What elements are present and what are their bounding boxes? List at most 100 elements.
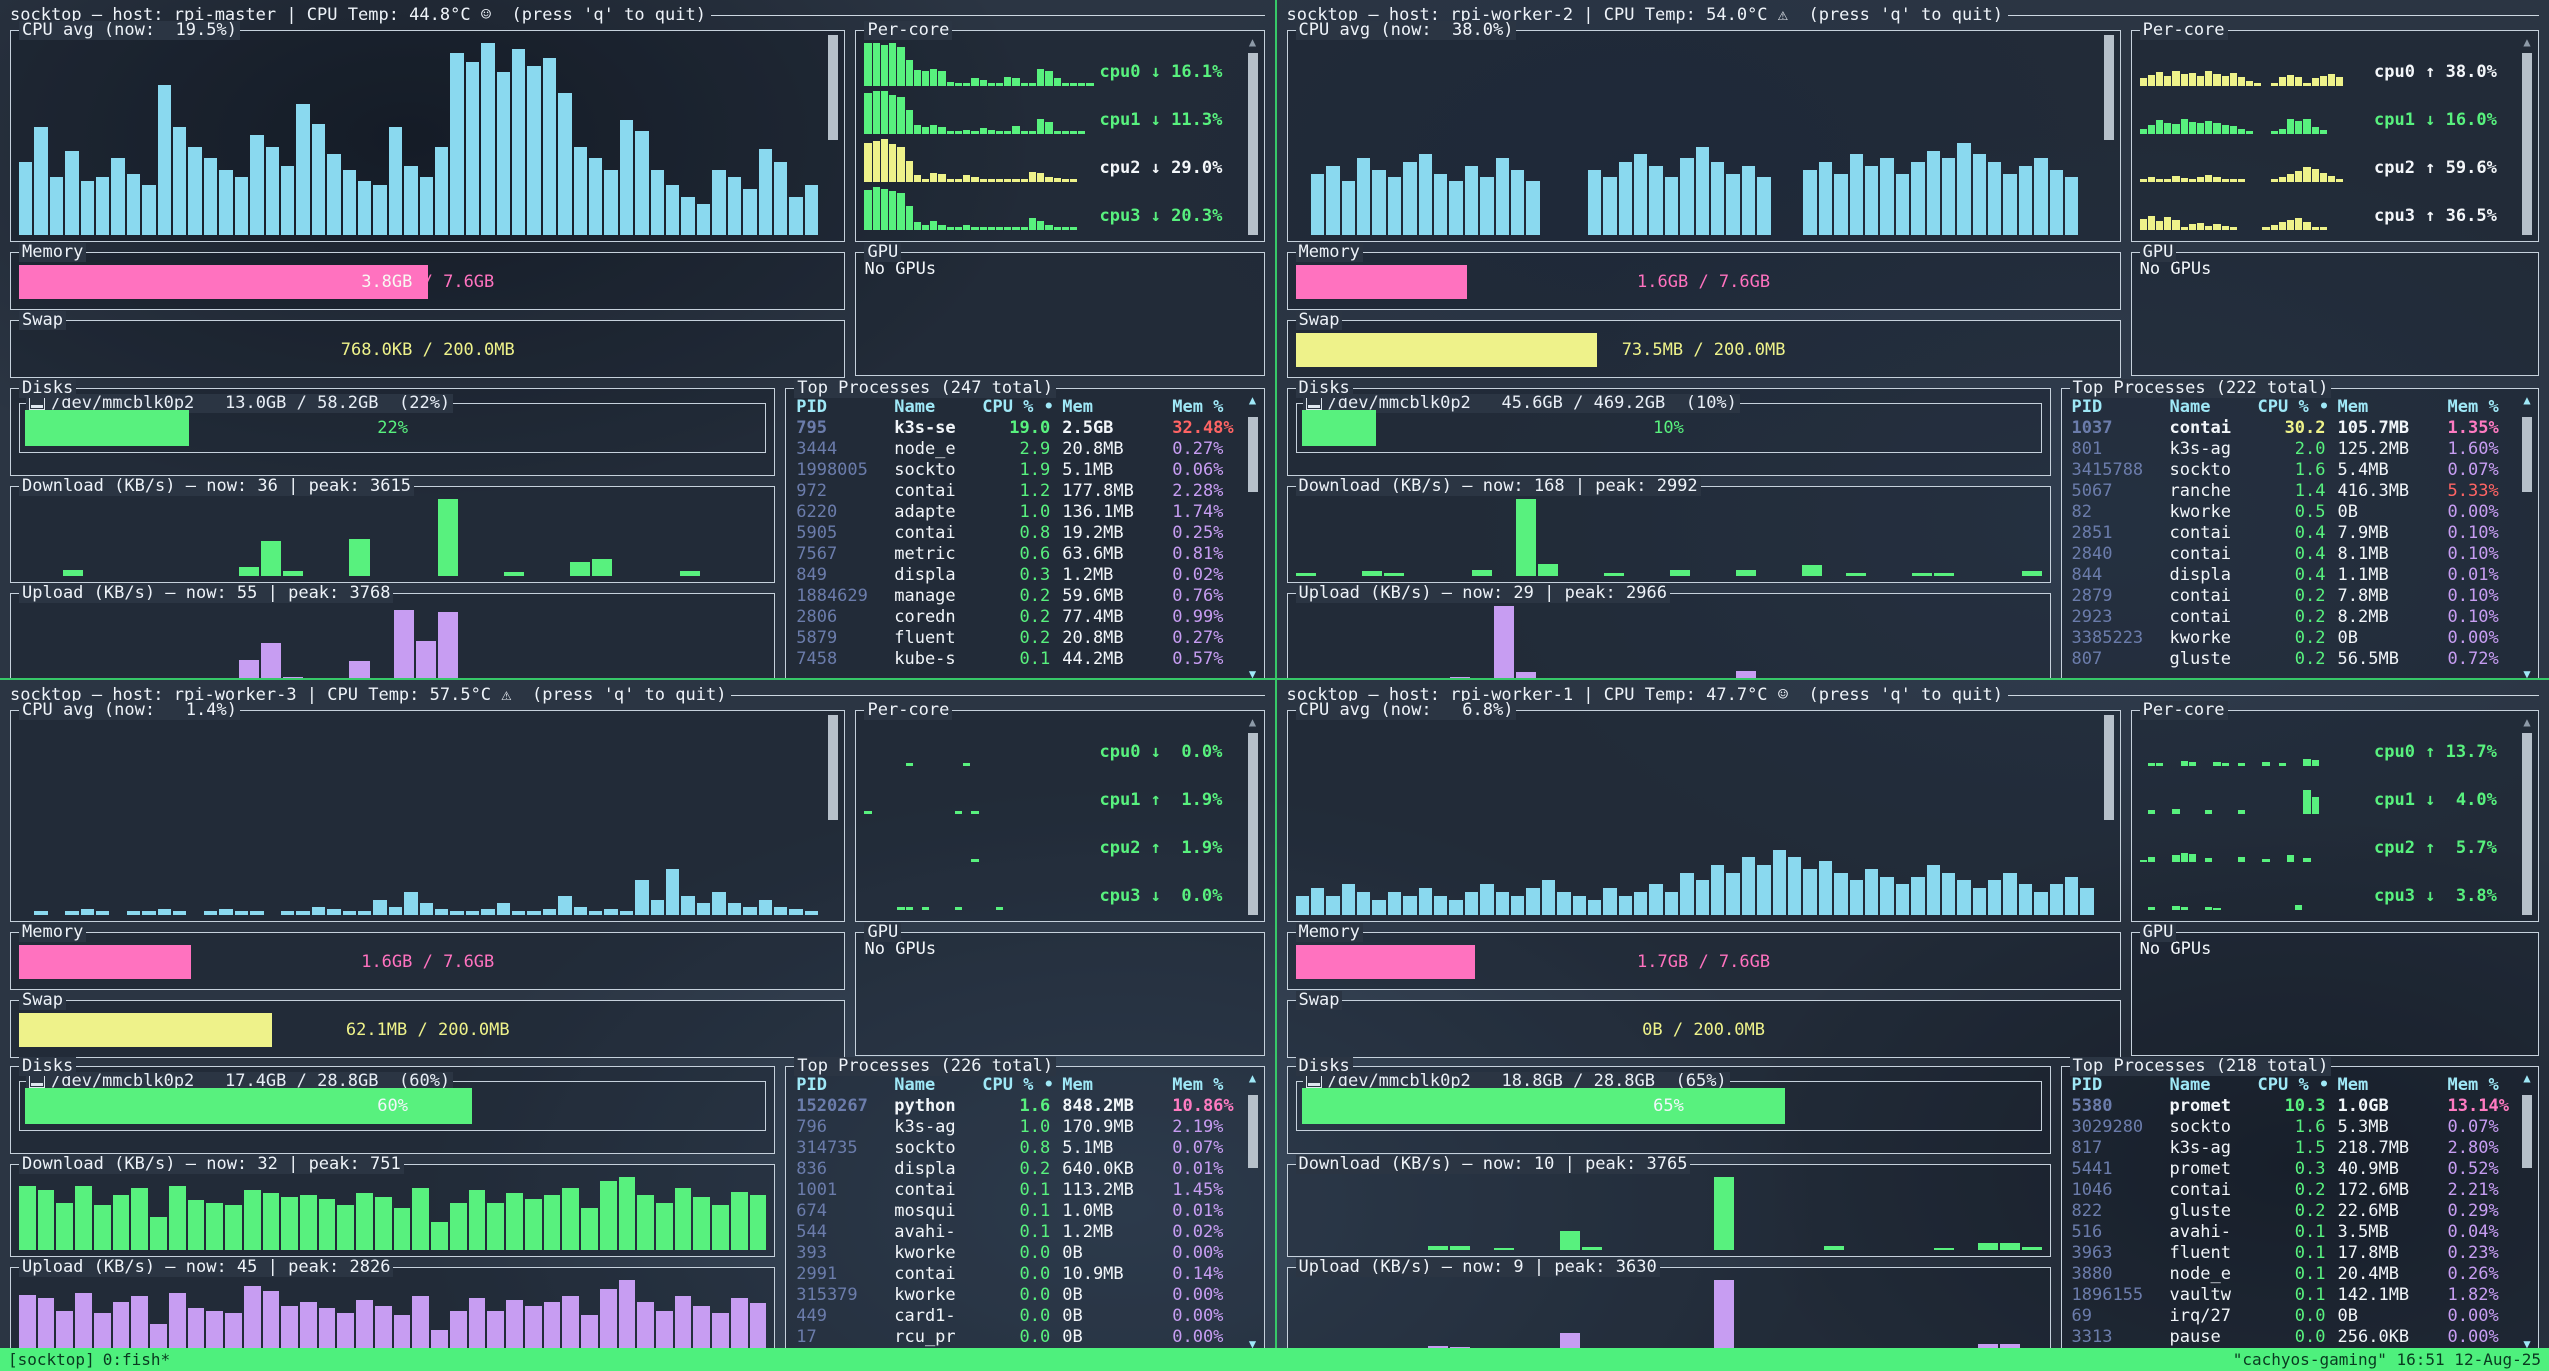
scrollbar-thumb[interactable] <box>1248 1095 1258 1168</box>
process-row: 1037contai30.2105.7MB1.35% <box>2072 418 2512 439</box>
upload-box: Upload (KB/s) — now: 55 | peak: 3768 <box>10 593 775 678</box>
core-row: cpu1 ↓ 4.0% <box>2140 771 2510 817</box>
scrollbar-thumb[interactable] <box>2522 1095 2532 1168</box>
core-label: cpu0 ↑ 13.7% <box>2374 742 2510 762</box>
process-row: 1896155vaultw0.1142.1MB1.82% <box>2072 1285 2512 1306</box>
process-row: 6220adapte1.0136.1MB1.74% <box>796 502 1237 523</box>
core-label: cpu3 ↓ 20.3% <box>1100 206 1236 226</box>
scrollbar-thumb[interactable] <box>2522 53 2532 235</box>
scrollbar-thumb[interactable] <box>1248 417 1258 492</box>
core-row: cpu3 ↓ 3.8% <box>2140 867 2510 913</box>
memory-meter: 3.8GB / 7.6GB <box>19 265 836 299</box>
process-table: PID Name CPU % • Mem Mem % 1520267python… <box>796 1075 1237 1348</box>
pane-rpi-worker-3[interactable]: socktop — host: rpi-worker-3 | CPU Temp:… <box>0 678 1275 1348</box>
swap-usage-text: 0B / 200.0MB <box>1296 1013 2112 1047</box>
cpu-scrollbar[interactable] <box>2102 715 2116 917</box>
core-label: cpu3 ↓ 0.0% <box>1100 886 1236 906</box>
top-processes-box: Top Processes (222 total) PID Name CPU %… <box>2061 388 2539 678</box>
per-core-scrollbar[interactable]: ▲ <box>1246 715 1260 917</box>
swap-label: Swap <box>19 311 66 330</box>
core-row: cpu2 ↓ 29.0% <box>864 139 1235 185</box>
core-sparkline <box>864 139 1093 185</box>
gpu-label: GPU <box>864 923 901 942</box>
cpu-avg-chart <box>1296 723 2094 915</box>
memory-usage-text: 1.6GB / 7.6GB <box>1296 265 2112 299</box>
cpu-scrollbar[interactable] <box>2102 35 2116 237</box>
per-core-label: Per-core <box>2140 21 2228 40</box>
process-scrollbar[interactable]: ▲ ▼ <box>1246 1071 1260 1348</box>
top-processes-label: Top Processes (218 total) <box>2070 1057 2332 1076</box>
scroll-up-icon[interactable]: ▲ <box>2520 35 2534 49</box>
process-row: 2991contai0.010.9MB0.14% <box>796 1264 1237 1285</box>
process-row: 3029280sockto1.65.3MB0.07% <box>2072 1117 2512 1138</box>
per-core-scrollbar[interactable]: ▲ <box>2520 35 2534 237</box>
disk-usage-percent: 10% <box>1297 404 2041 452</box>
gpu-status-text: No GPUs <box>2140 259 2212 279</box>
scrollbar-thumb[interactable] <box>1248 53 1258 235</box>
core-label: cpu0 ↑ 38.0% <box>2374 62 2510 82</box>
scroll-down-icon[interactable]: ▼ <box>1246 1337 1260 1348</box>
cpu-scrollbar[interactable] <box>826 35 840 237</box>
process-row: 5067ranche1.4416.3MB5.33% <box>2072 481 2512 502</box>
process-row: 1884629manage0.259.6MB0.76% <box>796 586 1237 607</box>
cpu-avg-box: CPU avg (now: 1.4%) <box>10 710 845 922</box>
process-row: 1001contai0.1113.2MB1.45% <box>796 1180 1237 1201</box>
swap-usage-text: 73.5MB / 200.0MB <box>1296 333 2112 367</box>
memory-total: / 7.6GB <box>1688 272 1770 292</box>
scrollbar-thumb[interactable] <box>2104 35 2114 140</box>
memory-usage-text: 1.6GB / 7.6GB <box>19 945 836 979</box>
scrollbar-thumb[interactable] <box>2104 715 2114 820</box>
per-core-scrollbar[interactable]: ▲ <box>2520 715 2534 917</box>
process-row: 836displa0.2640.0KB0.01% <box>796 1159 1237 1180</box>
status-right: "cachyos-gaming" 16:51 12-Aug-25 <box>2233 1350 2541 1369</box>
pane-rpi-master[interactable]: socktop — host: rpi-master | CPU Temp: 4… <box>0 0 1275 678</box>
process-row: 972contai1.2177.8MB2.28% <box>796 481 1237 502</box>
process-row: 516avahi-0.13.5MB0.04% <box>2072 1222 2512 1243</box>
per-core-box: Per-core cpu0 ↓ 0.0% cpu1 ↑ 1.9% cpu2 ↑ … <box>855 710 1264 922</box>
scroll-up-icon[interactable]: ▲ <box>2520 393 2534 407</box>
scrollbar-thumb[interactable] <box>2522 417 2532 492</box>
upload-chart <box>1296 1280 2042 1348</box>
scrollbar-thumb[interactable] <box>2522 733 2532 915</box>
cpu-scrollbar[interactable] <box>826 715 840 917</box>
scroll-up-icon[interactable]: ▲ <box>1246 35 1260 49</box>
scrollbar-thumb[interactable] <box>1248 733 1258 915</box>
disk-partition-box: /dev/mmcblk0p2 18.8GB / 28.8GB (65%) 65% <box>1296 1081 2042 1131</box>
process-scrollbar[interactable]: ▲ ▼ <box>2520 393 2534 678</box>
pane-rpi-worker-2[interactable]: socktop — host: rpi-worker-2 | CPU Temp:… <box>1275 0 2549 678</box>
process-scrollbar[interactable]: ▲ ▼ <box>2520 1071 2534 1348</box>
process-row: 849displa0.31.2MB0.02% <box>796 565 1237 586</box>
process-row: 844displa0.41.1MB0.01% <box>2072 565 2512 586</box>
scroll-up-icon[interactable]: ▲ <box>1246 715 1260 729</box>
per-core-scrollbar[interactable]: ▲ <box>1246 35 1260 237</box>
scroll-down-icon[interactable]: ▼ <box>2520 667 2534 678</box>
process-row: 393kworke0.00B0.00% <box>796 1243 1237 1264</box>
scroll-up-icon[interactable]: ▲ <box>2520 715 2534 729</box>
core-label: cpu1 ↓ 11.3% <box>1100 110 1236 130</box>
scroll-up-icon[interactable]: ▲ <box>2520 1071 2534 1085</box>
window-item[interactable]: 0:fish* <box>103 1350 170 1369</box>
process-rows: 5380promet10.31.0GB13.14%3029280sockto1.… <box>2072 1096 2512 1348</box>
scroll-down-icon[interactable]: ▼ <box>2520 1337 2534 1348</box>
download-box: Download (KB/s) — now: 36 | peak: 3615 <box>10 486 775 583</box>
disk-usage-percent: 65% <box>1297 1082 2041 1130</box>
download-box: Download (KB/s) — now: 10 | peak: 3765 <box>1287 1164 2051 1257</box>
process-row: 817k3s-ag1.5218.7MB2.80% <box>2072 1138 2512 1159</box>
process-scrollbar[interactable]: ▲ ▼ <box>1246 393 1260 678</box>
process-table-header: PID Name CPU % • Mem Mem % <box>796 397 1237 418</box>
scroll-up-icon[interactable]: ▲ <box>1246 393 1260 407</box>
scroll-up-icon[interactable]: ▲ <box>1246 1071 1260 1085</box>
tmux-status-bar: [socktop] 0:fish* "cachyos-gaming" 16:51… <box>0 1348 2549 1371</box>
core-row: cpu2 ↑ 59.6% <box>2140 139 2510 185</box>
download-label: Download (KB/s) — now: 168 | peak: 2992 <box>1296 477 1701 496</box>
scrollbar-thumb[interactable] <box>828 715 838 820</box>
scroll-down-icon[interactable]: ▼ <box>1246 667 1260 678</box>
memory-meter: 1.6GB / 7.6GB <box>19 945 836 979</box>
core-row: cpu0 ↑ 38.0% <box>2140 43 2510 89</box>
disks-box: Disks /dev/mmcblk0p2 18.8GB / 28.8GB (65… <box>1287 1066 2051 1154</box>
pane-rpi-worker-1[interactable]: socktop — host: rpi-worker-1 | CPU Temp:… <box>1275 678 2549 1348</box>
core-row: cpu3 ↑ 36.5% <box>2140 187 2510 233</box>
disk-usage-percent: 22% <box>20 404 765 452</box>
scrollbar-thumb[interactable] <box>828 35 838 140</box>
process-table: PID Name CPU % • Mem Mem % 795k3s-se19.0… <box>796 397 1237 678</box>
